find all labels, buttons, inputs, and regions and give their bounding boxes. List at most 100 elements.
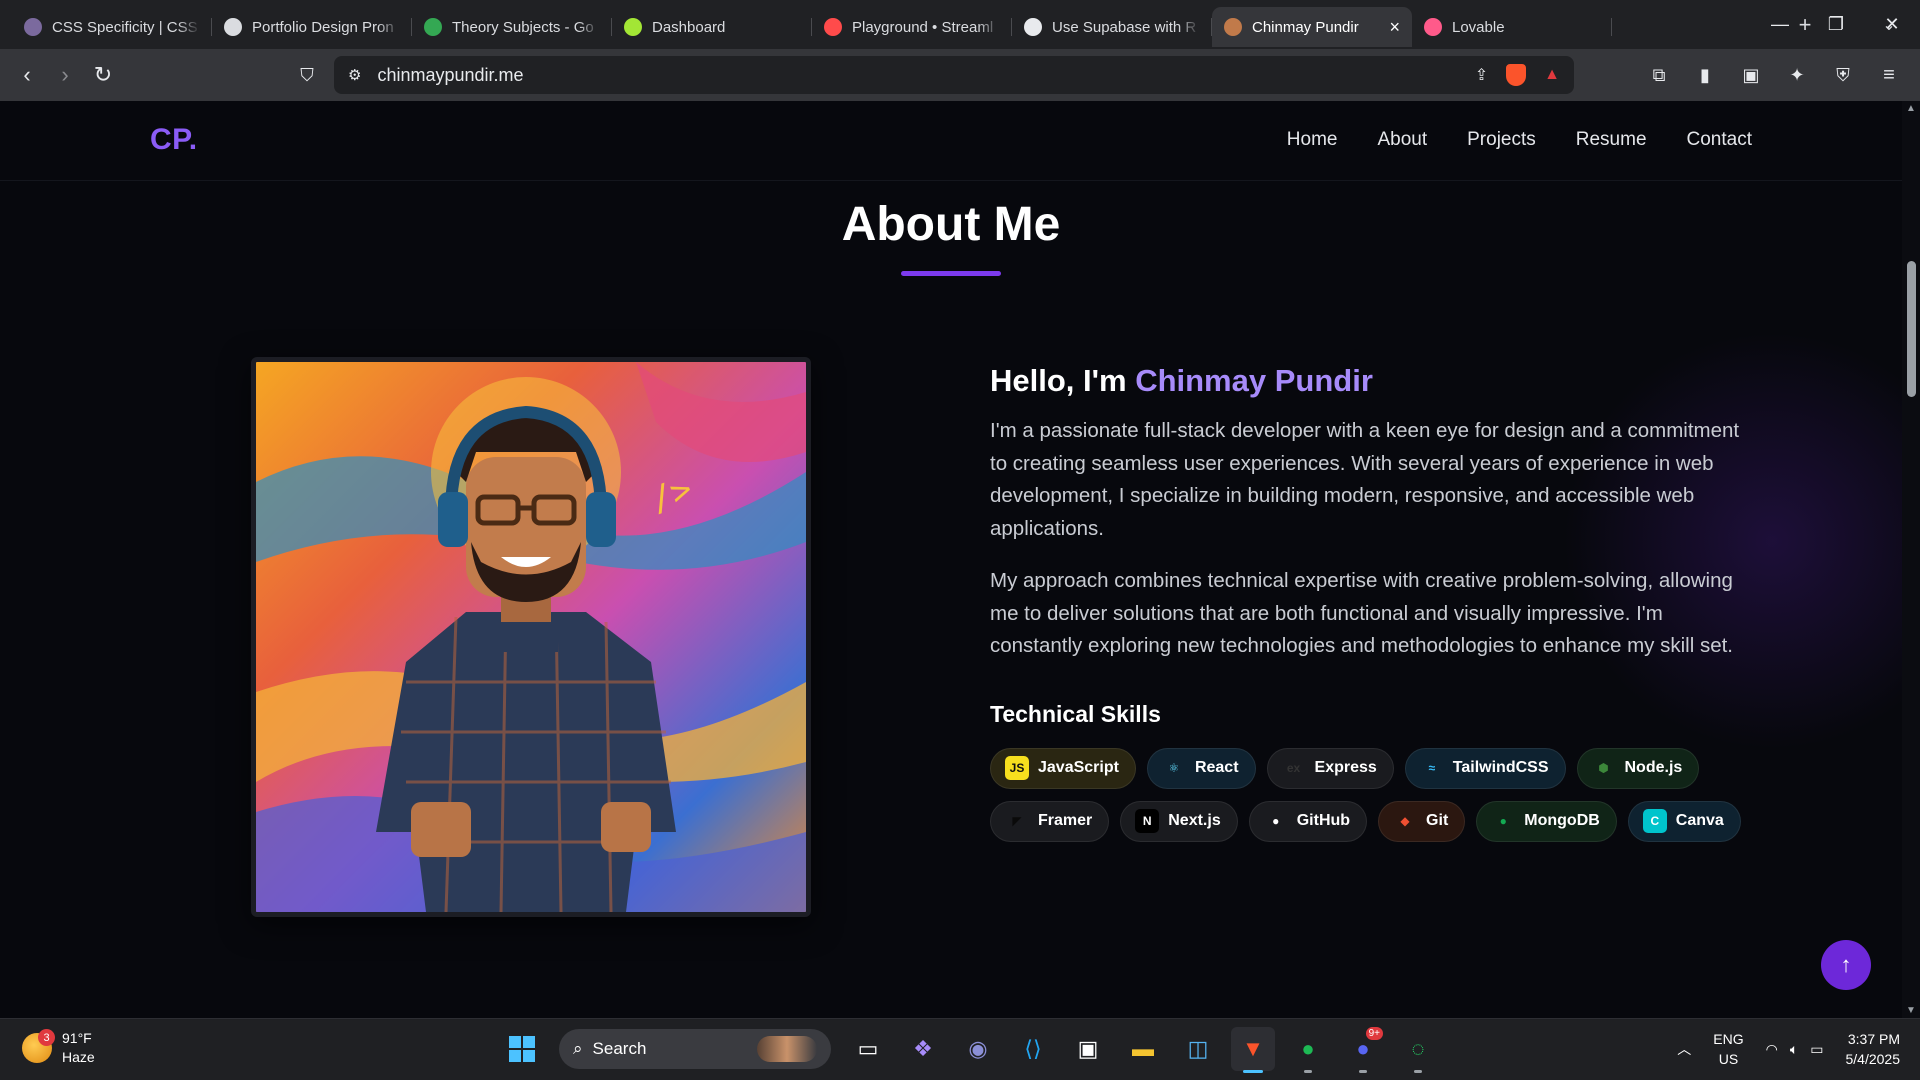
tab-title: Lovable [1452, 18, 1505, 36]
browser-tab[interactable]: Portfolio Design Pron [212, 7, 412, 47]
nav-about[interactable]: About [1377, 129, 1427, 151]
skill-label: Next.js [1168, 812, 1221, 829]
sidebar-icon[interactable]: ▮ [1686, 56, 1724, 94]
vscode-icon[interactable]: ⟨⟩ [1011, 1027, 1055, 1071]
bookmark-icon[interactable]: ⛉ [288, 56, 326, 94]
taskbar-search[interactable]: ⌕ Search [559, 1029, 831, 1069]
extensions-icon[interactable]: ⧉ [1640, 56, 1678, 94]
start-button[interactable] [500, 1027, 544, 1071]
back-button[interactable]: ‹ [8, 56, 46, 94]
reload-button[interactable]: ↻ [84, 56, 122, 94]
skills-heading: Technical Skills [990, 700, 1161, 727]
vpn-icon[interactable]: ⛨ [1824, 56, 1862, 94]
search-highlight-image [757, 1036, 817, 1062]
skill-chip: ⬢ Node.js [1576, 747, 1700, 789]
weather-haze-icon: 3 [22, 1029, 55, 1063]
site-info-icon[interactable]: ⚙ [348, 66, 361, 84]
weather-temp: 91°F [62, 1030, 92, 1046]
page-scrollbar[interactable]: ▲ ▼ [1902, 101, 1920, 1018]
web-page: CP. Home About Projects Resume Contact A… [0, 101, 1902, 1018]
browser-tab[interactable]: Chinmay Pundir × [1212, 7, 1412, 47]
restore-button[interactable]: ❐ [1808, 0, 1864, 49]
greeting-prefix: Hello, I'm [990, 363, 1136, 398]
discord-icon[interactable]: ● 9+ [1341, 1027, 1385, 1073]
nav-contact[interactable]: Contact [1687, 129, 1752, 151]
scroll-up-arrow-icon[interactable]: ▲ [1906, 103, 1916, 114]
browser-toolbar: ‹ › ↻ ⛉ ⚙ chinmaypundir.me ⇪ ▲ ⧉ ▮ ▣ ✦ ⛨… [0, 49, 1920, 101]
nav-resume[interactable]: Resume [1576, 129, 1647, 151]
canva-icon: C [1642, 809, 1667, 833]
skill-chip: C Canva [1627, 800, 1741, 842]
tray-overflow-chevron-icon[interactable]: ︿ [1677, 1039, 1691, 1059]
brave-shields-icon[interactable] [1506, 64, 1527, 86]
microsoft-store-icon[interactable]: ◫ [1176, 1027, 1220, 1071]
battery-icon[interactable]: ▭ [1810, 1041, 1823, 1058]
window-controls: — ❐ ✕ [1752, 0, 1920, 49]
weather-widget[interactable]: 3 91°F Haze [22, 1029, 95, 1067]
browser-tab[interactable]: Lovable [1412, 7, 1612, 47]
skill-label: Express [1314, 759, 1377, 776]
volume-icon[interactable]: 🔈︎ [1790, 1041, 1798, 1058]
search-label: Search [592, 1039, 647, 1058]
address-bar[interactable]: ⚙ chinmaypundir.me ⇪ ▲ [334, 56, 1574, 94]
menu-icon[interactable]: ≡ [1870, 56, 1908, 94]
about-content: Hello, I'm Chinmay Pundir I'm a passiona… [990, 363, 1750, 842]
nav-projects[interactable]: Projects [1467, 129, 1536, 151]
notification-badge: 3 [38, 1029, 55, 1046]
brave-rewards-icon[interactable]: ▲ [1544, 66, 1560, 84]
pixel-art-portrait-image: /> [256, 362, 806, 912]
copilot-icon[interactable]: ❖ [901, 1027, 945, 1071]
clock-time: 3:37 PM [1847, 1031, 1900, 1047]
crown-icon [824, 18, 842, 36]
leo-ai-icon[interactable]: ✦ [1778, 56, 1816, 94]
spotify-icon[interactable]: ● [1286, 1027, 1330, 1073]
forward-button[interactable]: › [46, 56, 84, 94]
scroll-to-top-button[interactable]: ↑ [1821, 940, 1871, 990]
title-underline [901, 271, 1001, 276]
file-explorer-icon[interactable]: ▬ [1121, 1027, 1165, 1071]
wallet-icon[interactable]: ▣ [1732, 56, 1770, 94]
weather-desc: Haze [62, 1049, 95, 1065]
scroll-down-arrow-icon[interactable]: ▼ [1906, 1005, 1916, 1016]
whatsapp-icon[interactable]: ◌ [1396, 1027, 1440, 1073]
skill-chip: N Next.js [1120, 800, 1238, 842]
app-cube-icon[interactable]: ▣ [1066, 1027, 1110, 1071]
skill-label: Framer [1038, 812, 1093, 829]
eclipse-icon[interactable]: ◉ [956, 1027, 1000, 1071]
omnibox-actions: ⇪ ▲ [1475, 64, 1560, 86]
browser-tab[interactable]: Dashboard [612, 7, 812, 47]
tab-title: Theory Subjects - Go [452, 18, 594, 36]
tab-title: Portfolio Design Pron [252, 18, 394, 36]
close-window-button[interactable]: ✕ [1864, 0, 1920, 49]
browser-tab[interactable]: Theory Subjects - Go [412, 7, 612, 47]
browser-tab[interactable]: Playground • Streaml [812, 7, 1012, 47]
browser-tab[interactable]: Use Supabase with R [1012, 7, 1212, 47]
lovable-icon [1424, 18, 1442, 36]
tab-search-icon[interactable] [0, 5, 12, 45]
nav-home[interactable]: Home [1287, 129, 1338, 151]
skill-label: Node.js [1624, 759, 1683, 776]
browser-tab[interactable]: CSS Specificity | CSS [12, 7, 212, 47]
mongodb-icon: ● [1499, 814, 1507, 828]
close-tab-icon[interactable]: × [1389, 17, 1400, 38]
brave-browser-icon[interactable]: ▼ [1231, 1027, 1275, 1073]
share-icon[interactable]: ⇪ [1475, 65, 1488, 85]
minimize-button[interactable]: — [1752, 0, 1808, 49]
avatar-icon [24, 18, 42, 36]
bio-paragraph-2: My approach combines technical expertise… [990, 569, 1733, 657]
url-text[interactable]: chinmaypundir.me [377, 65, 523, 86]
scrollbar-thumb[interactable] [1907, 261, 1916, 397]
github-icon: ● [1272, 814, 1280, 828]
site-logo[interactable]: CP. [150, 123, 198, 157]
skill-chip: JS JavaScript [990, 747, 1136, 789]
windows-taskbar: 3 91°F Haze ⌕ Search ▭ ❖ ◉ ⟨⟩ ▣ ▬ ◫ ▼ ● … [0, 1018, 1920, 1080]
javascript-icon: JS [1005, 756, 1029, 780]
lang-region: US [1718, 1051, 1739, 1067]
language-indicator[interactable]: ENG US [1713, 1029, 1743, 1069]
tab-title: Chinmay Pundir [1252, 18, 1359, 36]
task-view-icon[interactable]: ▭ [846, 1027, 890, 1071]
wifi-icon[interactable]: ◠ [1766, 1041, 1778, 1058]
system-tray: ︿ ENG US ◠ 🔈︎ ▭ 3:37 PM 5/4/2025 [1677, 1029, 1900, 1069]
discord-badge: 9+ [1365, 1027, 1383, 1040]
clock[interactable]: 3:37 PM 5/4/2025 [1846, 1029, 1901, 1069]
